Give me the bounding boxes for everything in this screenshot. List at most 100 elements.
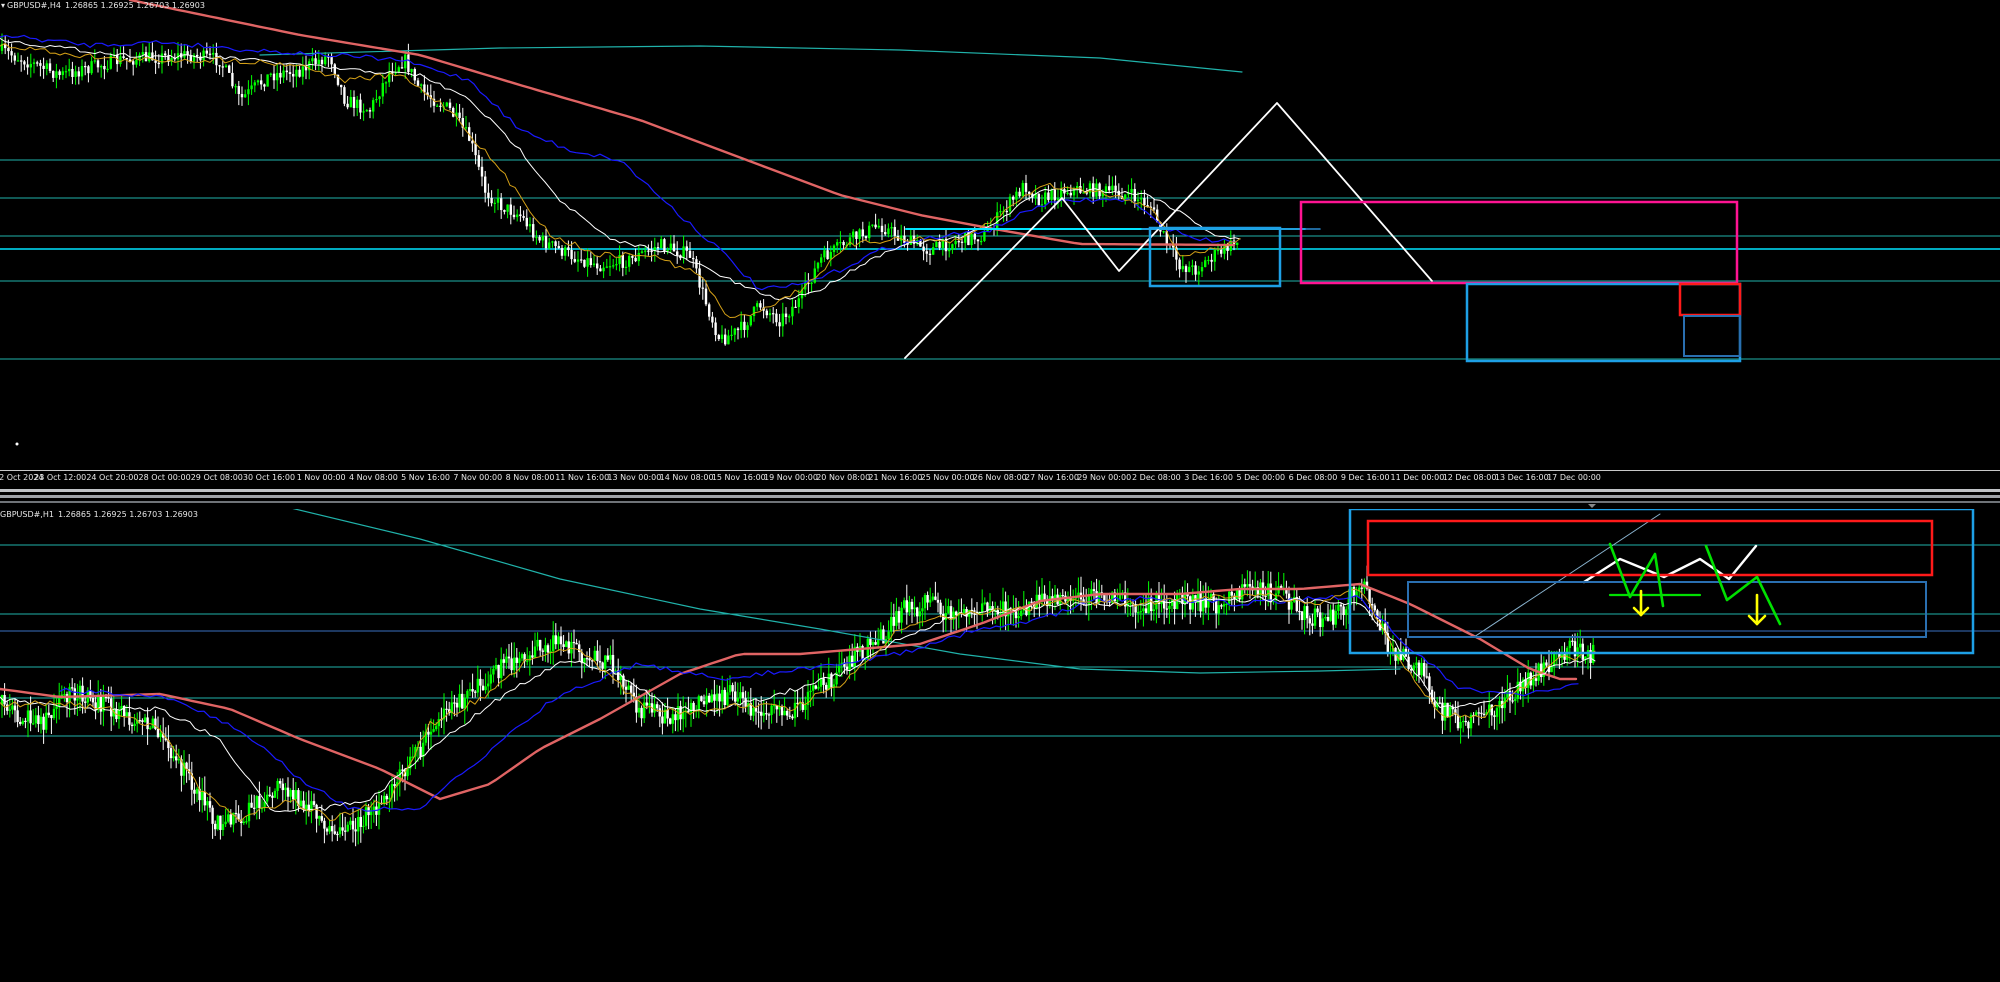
candle-body [925, 251, 928, 254]
ma-slow [128, 0, 1236, 247]
candle-body [570, 641, 573, 654]
candle-body [900, 607, 903, 623]
candle-body [505, 656, 508, 663]
candle-body [1303, 606, 1306, 621]
candle-body [576, 259, 580, 262]
time-axis-label: 5 Nov 16:00 [401, 473, 451, 482]
candle-body [567, 247, 570, 250]
candle-body [519, 214, 522, 217]
projection-curve [1582, 544, 1758, 584]
pane-splitter[interactable] [0, 485, 2000, 508]
candle-body [305, 804, 308, 810]
price-chart-h4[interactable] [0, 0, 2000, 470]
candle-body [1008, 196, 1012, 212]
candle-body [1199, 592, 1202, 612]
candle-body [1168, 605, 1171, 610]
candle-body [1324, 616, 1327, 619]
candle-body [772, 313, 775, 315]
candle-body [548, 242, 551, 249]
time-axis-label: 29 Nov 00:00 [1077, 473, 1132, 482]
candle-body [640, 707, 643, 719]
candle-body [177, 759, 180, 761]
candle-body [416, 80, 420, 86]
candle-body [1028, 191, 1031, 194]
candle-body [356, 99, 359, 108]
candle-body [240, 94, 244, 98]
candle-body [879, 629, 882, 641]
candle-body [502, 659, 505, 663]
candle-body [698, 268, 701, 288]
candle-body [133, 723, 136, 727]
candle-body [864, 236, 868, 239]
chart-pane-h4[interactable]: ▾ GBPUSD#,H4 1.26865 1.26925 1.26703 1.269… [0, 0, 2000, 470]
time-axis-label: 3 Dec 16:00 [1184, 473, 1233, 482]
candle-body [276, 72, 279, 81]
candle-body [929, 599, 932, 603]
candle-body [728, 685, 732, 693]
candle-body [663, 239, 666, 252]
candle-body [266, 794, 269, 802]
candle-body [378, 96, 381, 100]
candle-body [1495, 707, 1499, 717]
candle-body [1443, 702, 1447, 721]
candle-body [458, 693, 461, 708]
candle-body [272, 73, 276, 81]
candle-body [10, 51, 13, 56]
candle-body [822, 678, 825, 685]
candle-body [596, 263, 599, 269]
candle-body [1563, 654, 1566, 660]
candle-body [439, 105, 442, 107]
candle-body [362, 825, 365, 828]
candle-body [1446, 702, 1449, 717]
candle-body [320, 816, 323, 821]
candle-body [541, 236, 544, 241]
candle-body [531, 655, 534, 658]
candle-body [50, 715, 53, 719]
candle-body [1467, 722, 1470, 729]
candle-body [773, 705, 776, 707]
candle-body [528, 224, 532, 227]
candle-body [343, 87, 346, 104]
candle-body [877, 640, 880, 645]
candle-body [100, 66, 103, 68]
candle-body [669, 718, 672, 724]
candle-body [598, 661, 602, 663]
candle-body [24, 720, 27, 723]
candle-body [503, 210, 506, 212]
candle-body [271, 795, 274, 798]
candle-body [913, 607, 916, 610]
candle-body [973, 233, 976, 240]
candle-body [1441, 702, 1444, 721]
candle-body [756, 303, 759, 307]
candle-body [268, 794, 271, 796]
candle-body [219, 815, 222, 830]
candle-body [384, 82, 388, 84]
candle-body [887, 631, 890, 640]
candle-body [588, 658, 591, 661]
candle-body [544, 236, 548, 249]
candle-body [1345, 609, 1348, 616]
time-axis-label: 5 Dec 00:00 [1236, 473, 1286, 482]
candle-body [1017, 616, 1020, 619]
ohlc-quote: 1.26865 1.26925 1.26703 1.26903 [57, 510, 198, 519]
candle-body [760, 711, 763, 716]
chart-pane-h1[interactable]: GBPUSD#,H1 1.26865 1.26925 1.26703 1.2690… [0, 509, 2000, 982]
candle-body [1191, 265, 1194, 267]
candle-body [494, 664, 498, 669]
candle-body [788, 715, 791, 717]
candle-body [1147, 596, 1150, 613]
candle-body [890, 616, 893, 632]
candle-body [461, 693, 464, 709]
candle-body [749, 316, 752, 326]
candle-body [295, 69, 298, 77]
candle-body [970, 233, 973, 246]
candle-body [874, 224, 877, 228]
candle-body [172, 756, 175, 759]
collapse-icon[interactable]: ▾ [1, 1, 5, 10]
candle-body [621, 255, 624, 268]
candle-body [1053, 189, 1056, 201]
range-box-small [1683, 315, 1741, 357]
candle-body [317, 59, 320, 65]
candle-body [593, 650, 596, 661]
price-chart-h1[interactable] [0, 509, 2000, 982]
